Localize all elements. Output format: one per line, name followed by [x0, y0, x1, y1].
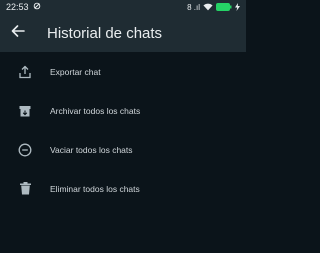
export-chat-item[interactable]: Exportar chat	[0, 52, 246, 91]
share-icon	[0, 52, 50, 91]
delete-all-chats-item[interactable]: Eliminar todos los chats	[0, 169, 246, 208]
menu-item-label: Exportar chat	[50, 66, 101, 77]
minus-circle-icon	[0, 130, 50, 169]
charging-icon	[235, 3, 240, 11]
menu-item-label: Archivar todos los chats	[50, 105, 141, 116]
arrow-left-icon	[11, 24, 25, 42]
back-button[interactable]	[0, 14, 36, 52]
status-bar: 22:53 8 .ıl	[0, 0, 246, 14]
battery-icon	[216, 3, 232, 11]
page-title: Historial de chats	[47, 24, 163, 42]
menu-item-label: Vaciar todos los chats	[50, 144, 133, 155]
status-time: 22:53	[6, 2, 29, 12]
app-bar: Historial de chats	[0, 14, 246, 52]
trash-icon	[0, 169, 50, 208]
menu-item-label: Eliminar todos los chats	[50, 183, 140, 194]
archive-all-chats-item[interactable]: Archivar todos los chats	[0, 91, 246, 130]
status-right: 8 .ıl	[187, 3, 240, 12]
archive-icon	[0, 91, 50, 130]
status-left: 22:53	[6, 2, 41, 12]
mute-icon	[33, 2, 41, 12]
clear-all-chats-item[interactable]: Vaciar todos los chats	[0, 130, 246, 169]
settings-menu: Exportar chat Archivar todos los chats V…	[0, 52, 246, 208]
wifi-icon	[203, 3, 213, 11]
signal-text: 8 .ıl	[187, 2, 200, 12]
